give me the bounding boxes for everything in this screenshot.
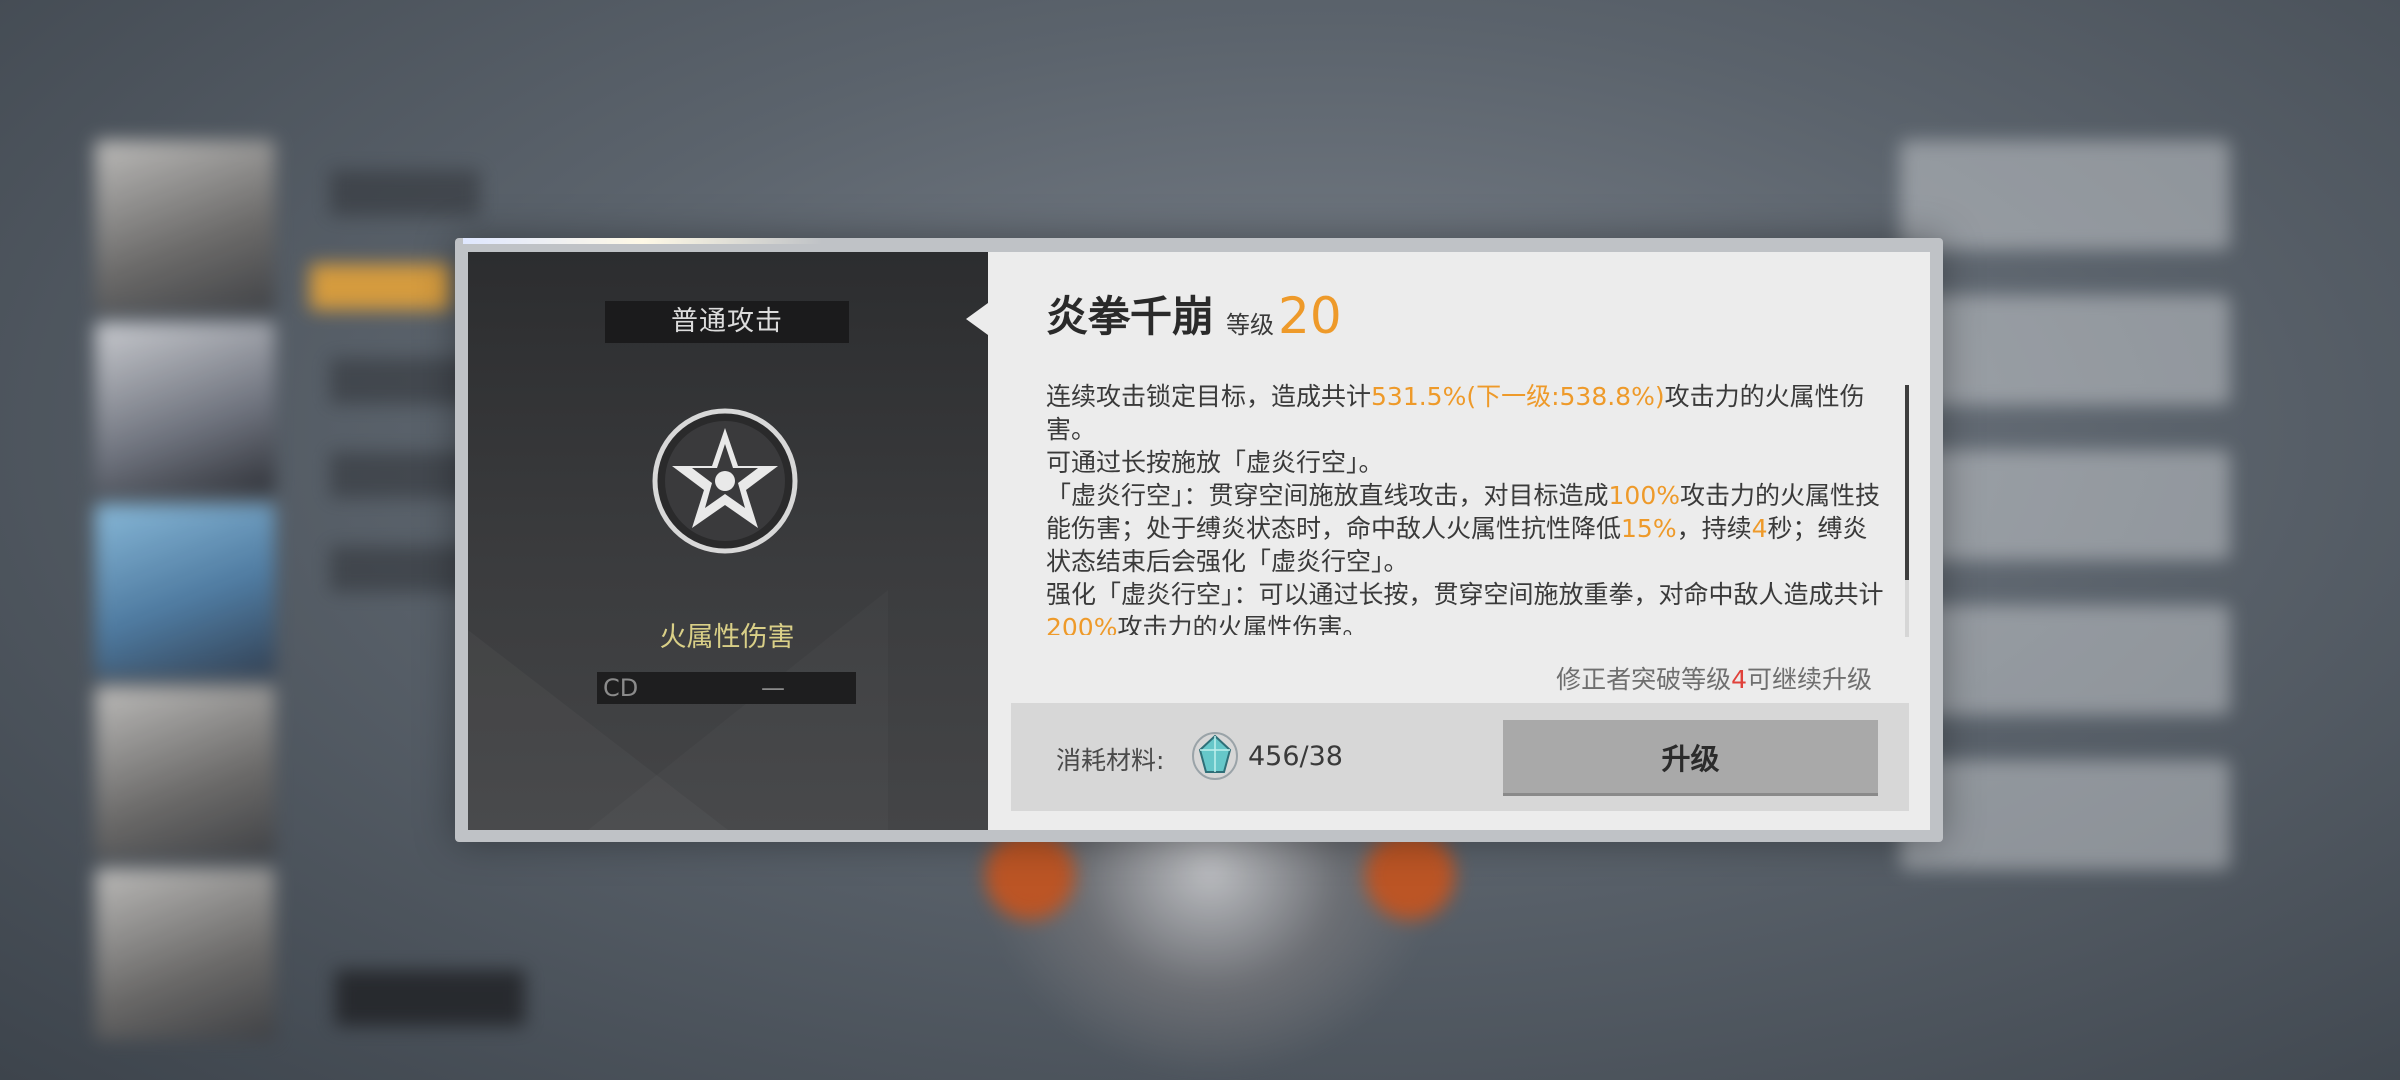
skill-list-item <box>1900 295 2230 405</box>
upgrade-requirement-hint: 修正者突破等级4可继续升级 <box>1556 660 1872 696</box>
description-paragraph: 可通过长按施放「虚炎行空」。 <box>1046 446 1886 479</box>
crystal-core-icon <box>1192 732 1238 780</box>
hint-text: 可继续升级 <box>1746 665 1872 694</box>
element-type-label: 火属性伤害 <box>659 622 795 653</box>
menu-item-active <box>310 264 450 310</box>
skill-list <box>1900 140 2230 915</box>
description-text: 强化「虚炎行空」：可以通过长按，贯穿空间施放重拳，对命中敌人造成共计 <box>1046 580 1884 609</box>
skill-list-item <box>1900 140 2230 250</box>
character-portrait <box>95 686 275 858</box>
fire-fist-skill-icon <box>652 408 798 554</box>
character-roster <box>95 140 285 1040</box>
damage-percentage: 531.5%(下一级:538.8%) <box>1371 382 1665 411</box>
skill-name: 炎拳千崩 <box>1046 292 1215 341</box>
character-portrait <box>95 868 275 1040</box>
character-portrait <box>95 140 275 312</box>
description-paragraph: 连续攻击锁定目标，造成共计531.5%(下一级:538.8%)攻击力的火属性伤害… <box>1046 380 1886 446</box>
description-text: 攻击力的火属性伤害。 <box>1117 613 1368 635</box>
scrollbar-thumb[interactable] <box>1905 385 1909 580</box>
level-value: 20 <box>1278 287 1342 345</box>
description-paragraph: 「虚炎行空」：贯穿空间施放直线攻击，对目标造成100%攻击力的火属性技能伤害；处… <box>1046 479 1886 578</box>
description-text: ，持续 <box>1676 514 1752 543</box>
damage-percentage: 100% <box>1608 481 1680 510</box>
skill-description[interactable]: 连续攻击锁定目标，造成共计531.5%(下一级:538.8%) 攻击力的火属性伤害… <box>1046 380 1886 635</box>
background-button <box>335 970 525 1026</box>
duration-value: 4 <box>1751 514 1768 543</box>
description-text: 「虚炎行空」：贯穿空间施放直线攻击，对目标造成 <box>1046 481 1609 510</box>
character-glove <box>1365 830 1455 920</box>
skill-list-item <box>1900 605 2230 715</box>
cooldown-label: CD <box>603 674 639 702</box>
upgrade-button[interactable]: 升级 <box>1503 720 1878 793</box>
character-glove <box>985 830 1075 920</box>
resistance-percentage: 15% <box>1621 514 1677 543</box>
required-breakthrough-level: 4 <box>1731 665 1747 694</box>
skill-list-item <box>1900 450 2230 560</box>
level-label: 等级 <box>1226 311 1275 339</box>
character-portrait <box>95 322 275 494</box>
cooldown-bar: CD — <box>597 672 856 704</box>
hint-text: 修正者突破等级 <box>1556 665 1732 694</box>
character-portrait <box>95 504 275 676</box>
description-text: 可通过长按施放「虚炎行空」。 <box>1046 448 1384 477</box>
skill-type-label: 普通攻击 <box>605 301 849 343</box>
cooldown-value: — <box>761 674 785 702</box>
material-count: 456/38 <box>1248 741 1343 772</box>
material-label: 消耗材料: <box>1056 746 1165 775</box>
damage-percentage: 200% <box>1046 613 1118 635</box>
menu-item <box>330 170 480 216</box>
description-text: 连续攻击锁定目标，造成共计 <box>1046 382 1372 411</box>
skill-title: 炎拳千崩 等级 20 <box>1046 285 1342 345</box>
panel-pointer <box>966 303 988 335</box>
skill-list-item <box>1900 760 2230 870</box>
description-paragraph: 强化「虚炎行空」：可以通过长按，贯穿空间施放重拳，对命中敌人造成共计 200%攻击… <box>1046 578 1886 635</box>
